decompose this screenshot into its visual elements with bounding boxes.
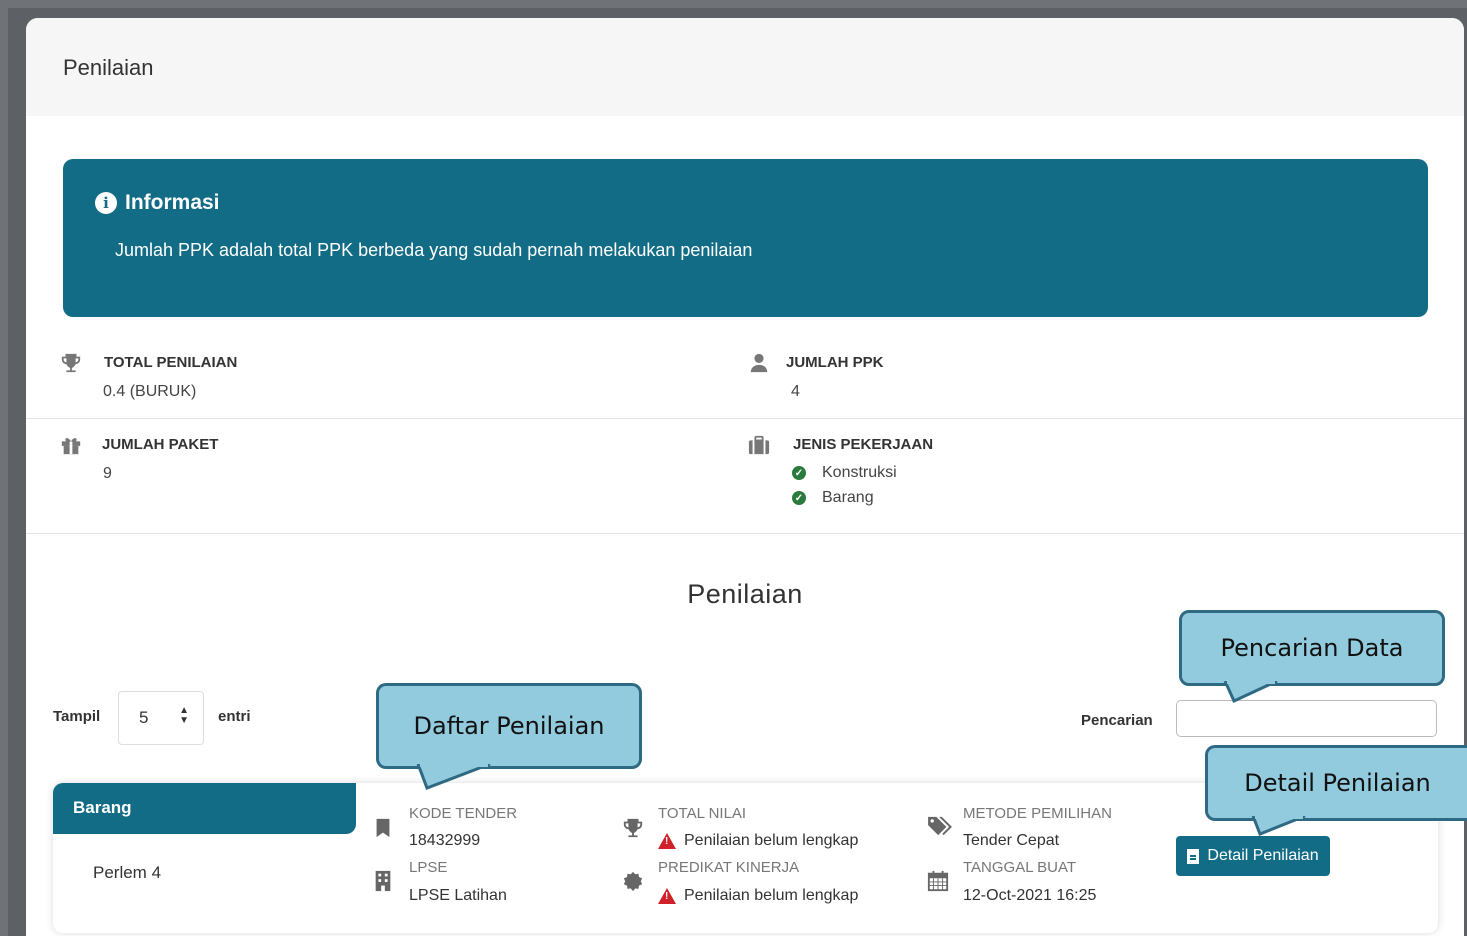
search-label: Pencarian [1081,712,1153,729]
lpse-label: LPSE [409,859,448,876]
tanggal-label: TANGGAL BUAT [963,859,1077,876]
callout-text: Pencarian Data [1220,634,1404,662]
info-box: i Informasi Jumlah PPK adalah total PPK … [63,159,1428,317]
callout-tail [1251,816,1306,836]
info-title: i Informasi [95,191,220,215]
kode-tender-label: KODE TENDER [409,805,518,822]
jenis-item: ✓ Konstruksi [792,464,897,482]
predikat-value: Penilaian belum lengkap [658,887,858,905]
total-nilai-value: Penilaian belum lengkap [658,832,858,850]
stat-label: JUMLAH PPK [786,354,884,371]
jenis-item: ✓ Barang [792,489,874,507]
callout-detail-penilaian: Detail Penilaian [1205,745,1467,821]
sort-arrows-icon: ▲ ▼ [179,705,189,726]
row-category-tag: Barang [53,783,356,834]
detail-penilaian-label: Detail Penilaian [1207,847,1319,864]
kode-tender-value: 18432999 [409,832,481,849]
metode-value: Tender Cepat [963,832,1060,849]
search-input[interactable] [1176,700,1437,737]
callout-tail [416,764,491,790]
user-icon [750,353,768,373]
divider [26,533,1464,534]
warning-icon [658,833,676,849]
total-nilai-text: Penilaian belum lengkap [684,832,859,849]
entries-select[interactable]: 5 ▲ ▼ [118,691,204,745]
length-prefix: Tampil [53,708,101,725]
warning-icon [658,888,676,904]
length-suffix: entri [218,708,251,725]
stat-label: JUMLAH PAKET [102,436,219,453]
info-icon: i [95,192,117,214]
callout-text: Detail Penilaian [1244,769,1431,797]
tanggal-value: 12-Oct-2021 16:25 [963,887,1097,904]
info-title-text: Informasi [125,191,220,214]
callout-text: Daftar Penilaian [413,712,605,740]
jenis-item-label: Barang [822,489,874,506]
check-circle-icon: ✓ [792,466,806,480]
tags-icon [928,816,952,836]
callout-tail [1223,681,1278,704]
section-title: Penilaian [687,579,803,609]
lpse-value: LPSE Latihan [409,887,507,904]
page-title: Penilaian [26,18,1464,116]
row-name: Perlem 4 [93,863,162,882]
calendar-icon [927,870,949,892]
building-icon [375,870,391,892]
entries-select-value: 5 [139,708,149,727]
detail-penilaian-button[interactable]: Detail Penilaian [1176,836,1330,876]
stat-label: TOTAL PENILAIAN [104,354,238,371]
info-text: Jumlah PPK adalah total PPK berbeda yang… [115,240,753,260]
gift-icon [61,438,81,455]
trophy-icon [623,818,643,838]
check-circle-icon: ✓ [792,491,806,505]
briefcase-icon [748,435,770,455]
stat-label: JENIS PEKERJAAN [793,436,934,453]
stat-value: 9 [103,465,112,482]
jenis-item-label: Konstruksi [822,464,897,481]
stat-value: 0.4 (BURUK) [103,383,197,400]
callout-pencarian-data: Pencarian Data [1179,610,1445,686]
divider [26,418,1464,419]
bookmark-icon [376,818,390,838]
certificate-icon [623,871,643,892]
stat-value: 4 [791,383,800,400]
trophy-icon [61,353,81,373]
metode-label: METODE PEMILIHAN [963,805,1112,822]
total-nilai-label: TOTAL NILAI [658,805,747,822]
predikat-text: Penilaian belum lengkap [684,887,859,904]
callout-daftar-penilaian: Daftar Penilaian [376,683,642,769]
predikat-label: PREDIKAT KINERJA [658,859,800,876]
file-icon [1187,848,1200,864]
